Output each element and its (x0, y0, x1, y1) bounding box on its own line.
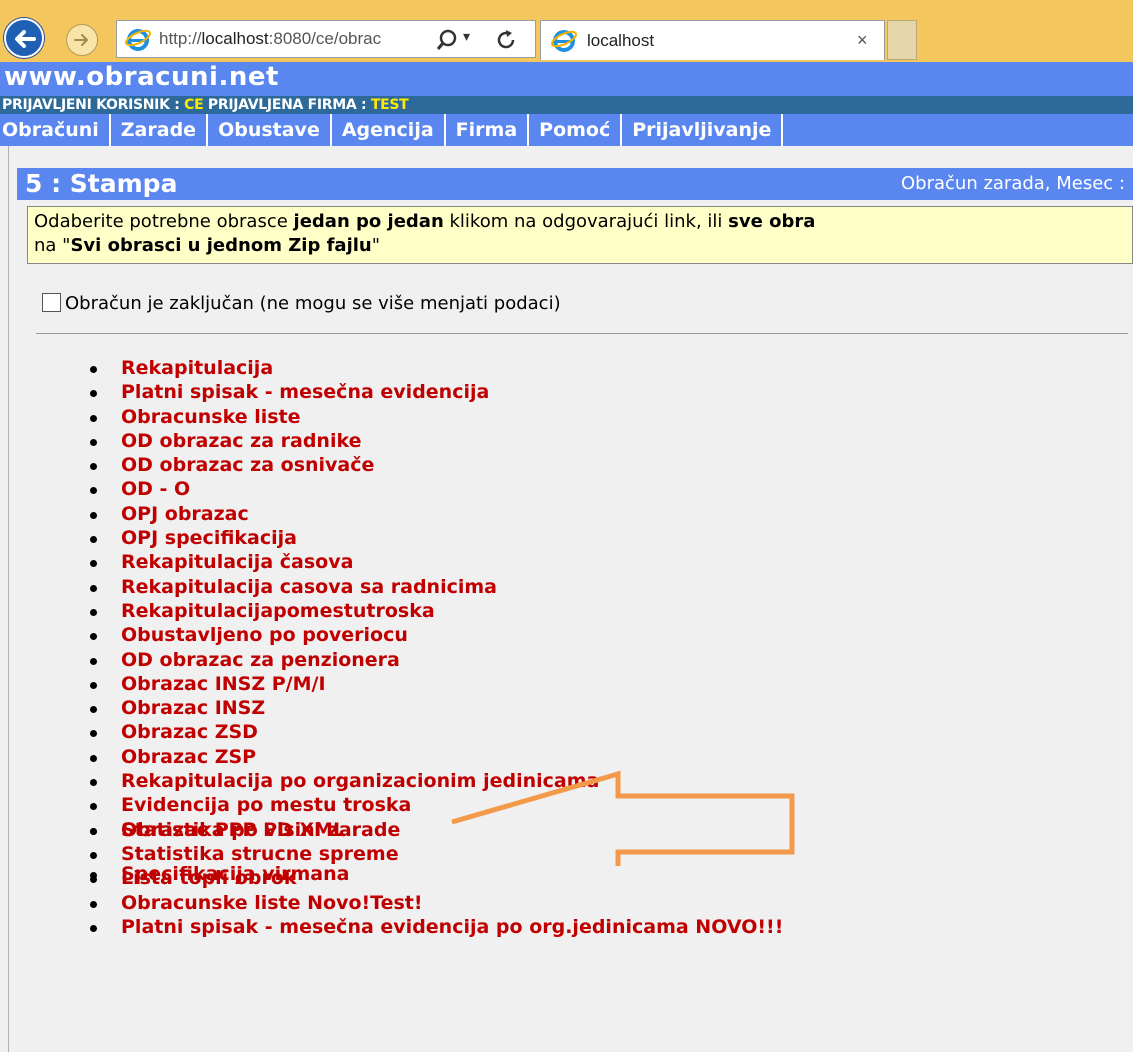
report-link[interactable]: Obustavljeno po poveriocu (121, 624, 408, 646)
list-item: OD obrazac za radnike (88, 429, 783, 453)
report-link[interactable]: OPJ obrazac (121, 503, 249, 525)
arrow-left-icon (15, 30, 36, 48)
main-menu: Obračuni Zarade Obustave Agencija Firma Pomoć… (0, 114, 1133, 146)
report-link[interactable]: OD obrazac za osnivače (121, 454, 374, 476)
site-title: www.obracuni.net (4, 62, 279, 92)
lock-checkbox[interactable] (42, 293, 61, 312)
report-link[interactable]: Obracunske liste (121, 406, 301, 428)
list-item: OD - O (88, 477, 783, 501)
user-bar: PRIJAVLJENI KORISNIK : CE PRIJAVLJENA FI… (0, 96, 1133, 114)
report-link[interactable]: Platni spisak - mesečna evidencija (121, 381, 489, 403)
list-item: Obracunske liste (88, 405, 783, 429)
list-item: Platni spisak - mesečna evidencija po or… (88, 915, 783, 939)
new-tab-button[interactable] (887, 20, 917, 60)
report-link[interactable]: OD - O (121, 478, 190, 500)
panel-title: 5 : Stampa (25, 169, 178, 198)
report-link[interactable]: Rekapitulacija (121, 357, 273, 379)
menu-item-zarade[interactable]: Zarade (111, 114, 209, 146)
list-item: OD obrazac za osnivače (88, 453, 783, 477)
search-icon[interactable] (435, 28, 459, 52)
firm-value: TEST (370, 97, 409, 113)
lock-label: Obračun je zaključan (ne mogu se više me… (65, 293, 561, 314)
instructions-box: Odaberite potrebne obrasce jedan po jeda… (27, 206, 1133, 264)
browser-tab[interactable]: localhost × (540, 20, 885, 60)
report-link[interactable]: Rekapitulacija casova sa radnicima (121, 576, 497, 598)
report-link[interactable]: Rekapitulacija časova (121, 551, 353, 573)
report-link[interactable]: Rekapitulacijapomestutroska (121, 600, 435, 622)
instructions-emphasis: jedan po jedan (293, 211, 444, 232)
instructions-text: Odaberite potrebne obrasce (34, 211, 294, 232)
list-item: Rekapitulacija (88, 356, 783, 380)
instructions-text: " (371, 235, 381, 256)
list-item: Obustavljeno po poveriocu (88, 623, 783, 647)
list-item: Obrazac INSZ P/M/I (88, 672, 783, 696)
list-item: Rekapitulacijapomestutroska (88, 599, 783, 623)
report-link[interactable]: Platni spisak - mesečna evidencija po or… (121, 916, 783, 938)
report-link[interactable]: Obrazac INSZ (121, 697, 265, 719)
menu-item-agencija[interactable]: Agencija (332, 114, 446, 146)
instructions-emphasis: sve obra (728, 211, 816, 232)
lock-row: Obračun je zaključan (ne mogu se više me… (42, 293, 561, 314)
report-link[interactable]: OD obrazac za penzionera (121, 649, 400, 671)
ie-logo-icon (551, 30, 577, 52)
report-link[interactable]: Evidencija po mestu troska (121, 794, 411, 816)
user-label: PRIJAVLJENI KORISNIK : (2, 97, 185, 113)
instructions-text: klikom na odgovarajući link, ili (443, 211, 729, 232)
report-link[interactable]: Obrazac INSZ P/M/I (121, 673, 326, 695)
divider (36, 333, 1128, 334)
report-link[interactable]: Obrazac ZSD (121, 721, 258, 743)
browser-toolbar: http://localhost:8080/ce/obrac ▾ localho… (0, 0, 1133, 62)
close-icon[interactable]: × (857, 30, 868, 51)
report-link[interactable]: OPJ specifikacija (121, 527, 297, 549)
panel-info: Obračun zarada, Mesec : (900, 173, 1125, 194)
menu-item-obustave[interactable]: Obustave (208, 114, 332, 146)
list-item: Obrazac ZSD (88, 720, 783, 744)
tab-title: localhost (587, 31, 655, 50)
list-item: OPJ obrazac (88, 502, 783, 526)
list-item: OD obrazac za penzionera (88, 648, 783, 672)
back-button[interactable] (4, 18, 44, 58)
chevron-down-icon[interactable]: ▾ (463, 29, 470, 45)
content-divider (8, 146, 9, 1052)
list-item: Obracunske liste Novo!Test! (88, 891, 783, 915)
panel-header: 5 : Stampa Obračun zarada, Mesec : (17, 168, 1133, 200)
menu-item-firma[interactable]: Firma (446, 114, 530, 146)
ie-logo-icon (125, 29, 151, 51)
menu-item-pomoc[interactable]: Pomoć (529, 114, 623, 146)
firm-label: PRIJAVLJENA FIRMA : (203, 97, 371, 113)
menu-item-prijavljivanje[interactable]: Prijavljivanje (622, 114, 784, 146)
report-link[interactable]: Obracunske liste Novo!Test! (121, 892, 423, 914)
list-item: Obrazac PPP PD XML (88, 818, 349, 842)
ppp-pd-xml-link[interactable]: Obrazac PPP PD XML (121, 819, 345, 841)
user-value: CE (184, 97, 204, 113)
instructions-emphasis: Svi obrasci u jednom Zip fajlu (70, 235, 372, 256)
specifikacija-virmana-link[interactable]: Specifikacija virmana (121, 863, 349, 885)
address-url[interactable]: http://localhost:8080/ce/obrac (159, 29, 381, 49)
extra-report-list: Obrazac PPP PD XML Specifikacija virmana (88, 818, 349, 886)
forward-button[interactable] (66, 24, 98, 56)
address-bar[interactable]: http://localhost:8080/ce/obrac ▾ (116, 20, 536, 58)
site-header: www.obracuni.net (0, 62, 1133, 96)
list-item: OPJ specifikacija (88, 526, 783, 550)
annotation-arrow (451, 770, 795, 866)
list-item: Specifikacija virmana (88, 862, 349, 886)
arrow-right-icon (74, 34, 88, 46)
menu-item-obracuni[interactable]: Obračuni (0, 114, 111, 146)
refresh-icon[interactable] (493, 27, 519, 53)
instructions-text: na " (34, 235, 71, 256)
report-link[interactable]: Obrazac ZSP (121, 746, 256, 768)
list-item: Rekapitulacija časova (88, 550, 783, 574)
list-item: Rekapitulacija casova sa radnicima (88, 575, 783, 599)
list-item: Obrazac INSZ (88, 696, 783, 720)
report-link[interactable]: OD obrazac za radnike (121, 430, 361, 452)
list-item: Platni spisak - mesečna evidencija (88, 380, 783, 404)
